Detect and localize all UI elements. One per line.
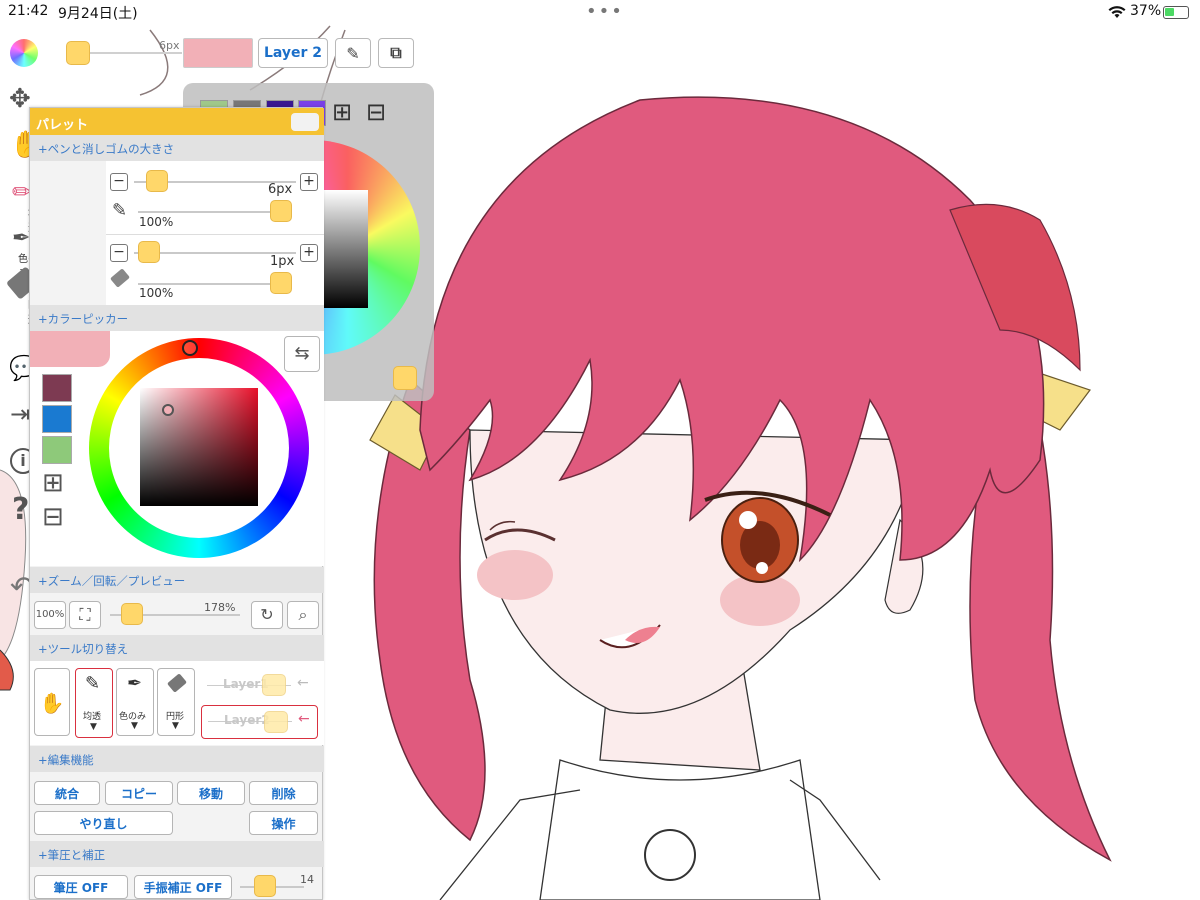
secondary-slider-knob[interactable]	[393, 366, 417, 390]
layer2-arrow-icon: ←	[298, 711, 310, 727]
pen-divider	[106, 234, 324, 235]
zoom-value: 178%	[204, 601, 236, 614]
multitask-dots-icon[interactable]: •••	[586, 1, 624, 22]
palette-collapse-button[interactable]	[291, 113, 319, 131]
pen-size-plus-button[interactable]: +	[300, 173, 318, 191]
help-icon[interactable]: ?	[12, 492, 29, 527]
secondary-sv-square[interactable]	[318, 190, 368, 308]
layer1-arrow-icon: ←	[297, 675, 309, 691]
eraser-opacity-track[interactable]	[138, 283, 278, 285]
move-button[interactable]: 移動	[177, 781, 245, 805]
pen-opacity-track[interactable]	[138, 211, 278, 213]
pen-tool-dropdown-icon: ▼	[90, 722, 97, 732]
stabilizer-knob[interactable]	[254, 875, 276, 897]
sv-selector-handle[interactable]	[162, 404, 174, 416]
eraser-opacity-value: 100%	[139, 286, 174, 300]
size-label: 6px	[159, 39, 180, 52]
eyedropper-icon[interactable]: ✒	[12, 226, 30, 251]
pen-size-minus-button[interactable]: −	[110, 173, 128, 191]
palette-panel: パレット +ペンと消しゴムの大きさ − + 6px ✎ 100% − + 1px…	[29, 107, 324, 900]
layer1-row[interactable]: Layer1 ←	[203, 672, 317, 700]
move-icon[interactable]: ✥	[9, 84, 31, 114]
layer2-row[interactable]: Layer2 ←	[201, 705, 318, 739]
picker-mode-toggle-icon[interactable]: ⇆	[284, 336, 320, 372]
zoom-slider-knob[interactable]	[121, 603, 143, 625]
eraser-size-knob[interactable]	[138, 241, 160, 263]
pressure-off-button[interactable]: 筆圧 OFF	[34, 875, 128, 899]
pen-tool-icon-small: ✎	[85, 673, 101, 694]
add-swatch-button-icon[interactable]: ⊞	[42, 470, 64, 496]
swap-swatch-button-icon[interactable]: ⊟	[42, 504, 64, 530]
preview-search-icon[interactable]: ⌕	[287, 601, 319, 629]
pen-opacity-value: 100%	[139, 215, 174, 229]
pen-section-header[interactable]: +ペンと消しゴムの大きさ	[30, 135, 324, 161]
size-slider-knob[interactable]	[66, 41, 90, 65]
battery-percent: 37%	[1130, 3, 1162, 19]
exit-icon[interactable]: ⇥	[10, 400, 30, 428]
picker-section-header[interactable]: +カラーピッカー	[30, 305, 324, 331]
swatch-3[interactable]	[42, 436, 72, 464]
current-color-preview	[30, 331, 110, 367]
transform-icon[interactable]: ⧉	[378, 38, 414, 68]
saturation-value-square[interactable]	[140, 388, 258, 506]
redo-button[interactable]: やり直し	[34, 811, 173, 835]
eyedropper-icon-small: ✒	[127, 673, 143, 694]
fit-screen-icon[interactable]: ⛶	[69, 601, 101, 629]
pen-icon: ✎	[112, 200, 128, 221]
stabilizer-off-button[interactable]: 手振補正 OFF	[134, 875, 232, 899]
swatch-2[interactable]	[42, 405, 72, 433]
zoom-100-button[interactable]: 100%	[34, 601, 66, 629]
status-bar: 21:42 9月24日(土) ••• 37%	[0, 0, 1200, 24]
layer-button[interactable]: Layer 2	[258, 38, 328, 68]
status-time: 21:42	[8, 3, 49, 19]
eyedropper-dropdown-icon: ▼	[131, 721, 138, 731]
palette-title[interactable]: パレット	[30, 108, 324, 135]
wifi-icon	[1108, 6, 1126, 18]
eraser-icon-small	[167, 673, 187, 693]
edit-section-header[interactable]: +編集機能	[30, 746, 324, 772]
merge-button[interactable]: 統合	[34, 781, 100, 805]
pen-tool-switch-label: 均透	[83, 712, 102, 722]
add-swatch-icon[interactable]: ⊞	[332, 100, 360, 128]
rotate-reset-icon[interactable]: ↻	[251, 601, 283, 629]
layer2-knob[interactable]	[264, 711, 288, 733]
pen-size-value: 6px	[268, 182, 293, 197]
operation-button[interactable]: 操作	[249, 811, 318, 835]
tool-section-header[interactable]: +ツール切り替え	[30, 635, 324, 661]
zoom-section-header[interactable]: +ズーム／回転／プレビュー	[30, 567, 324, 593]
layer2-label: Layer2	[224, 713, 270, 727]
swap-swatch-icon[interactable]: ⊟	[366, 100, 394, 128]
hue-selector-handle[interactable]	[182, 340, 198, 356]
stabilizer-value: 14	[300, 873, 314, 886]
eyedropper-tool-button[interactable]: ✒ 色のみ ▼	[116, 668, 154, 736]
hand-tool-button[interactable]: ✋	[34, 668, 70, 736]
pen-tool-button[interactable]: ✎ 均透 ▼	[75, 668, 113, 738]
current-color-swatch[interactable]	[183, 38, 253, 68]
pen-size-knob[interactable]	[146, 170, 168, 192]
eraser-size-plus-button[interactable]: +	[300, 244, 318, 262]
battery-icon	[1163, 6, 1189, 19]
eraser-size-minus-button[interactable]: −	[110, 244, 128, 262]
layer1-knob[interactable]	[262, 674, 286, 696]
status-date: 9月24日(土)	[58, 6, 138, 22]
eraser-size-value: 1px	[270, 254, 295, 269]
delete-button[interactable]: 削除	[249, 781, 318, 805]
pressure-section-header[interactable]: +筆圧と補正	[30, 841, 324, 867]
pen-opacity-knob[interactable]	[270, 200, 292, 222]
swatch-1[interactable]	[42, 374, 72, 402]
copy-button[interactable]: コピー	[105, 781, 173, 805]
eraser-opacity-knob[interactable]	[270, 272, 292, 294]
eraser-tool-button[interactable]: 円形 ▼	[157, 668, 195, 736]
tool-settings-icon[interactable]: ✎	[335, 38, 371, 68]
eraser-dropdown-icon: ▼	[172, 721, 179, 731]
